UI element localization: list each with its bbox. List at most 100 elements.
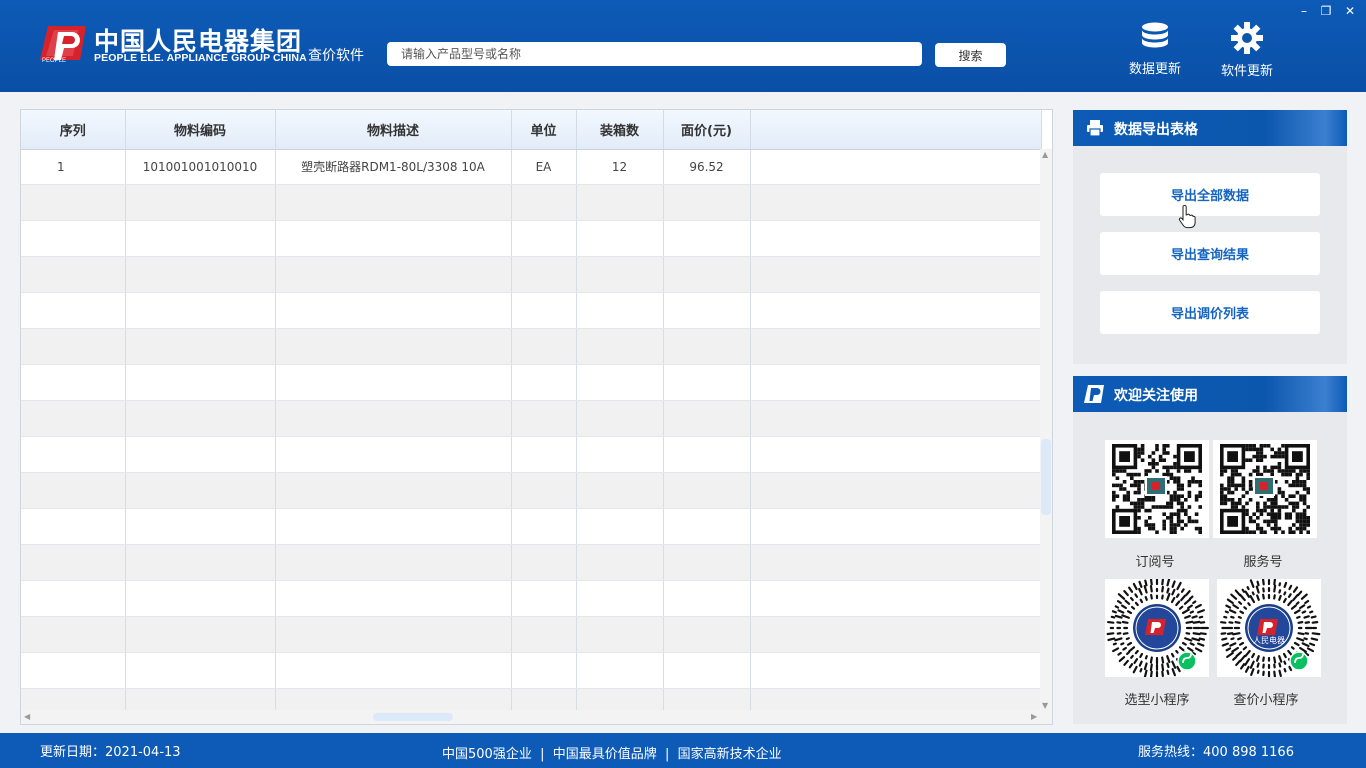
table-row-empty[interactable] [21,616,1042,653]
price-miniprogram-label: 查价小程序 [1233,693,1299,708]
close-icon[interactable]: ✕ [1341,3,1359,19]
cell-empty [511,580,577,617]
table-row-empty[interactable] [21,472,1042,509]
table-row-empty[interactable] [21,436,1042,473]
cell-empty [663,400,751,437]
scroll-up-icon[interactable]: ▲ [1042,150,1048,159]
cell-empty [750,328,1042,365]
footer-slogan: 中国500强企业 | 中国最具价值品牌 | 国家高新技术企业 [442,747,782,762]
cell-empty [125,184,276,221]
cell-empty [275,328,512,365]
scroll-right-icon[interactable]: ▶ [1031,712,1037,721]
col-header-box-qty[interactable]: 装箱数 [576,110,664,150]
price-miniprogram-code: 人民电器 [1217,576,1321,679]
scroll-down-icon[interactable]: ▼ [1042,701,1048,710]
scroll-left-icon[interactable]: ◀ [24,712,30,721]
table-row-empty[interactable] [21,184,1042,221]
col-header-code[interactable]: 物料编码 [125,110,276,150]
export-panel-title: 数据导出表格 [1073,110,1347,146]
col-header-seq[interactable]: 序列 [21,110,126,150]
col-header-price[interactable]: 面价(元) [663,110,751,150]
cell-empty [125,652,276,689]
follow-title-text: 欢迎关注使用 [1114,388,1198,404]
table-row-empty[interactable] [21,544,1042,581]
data-update-label: 数据更新 [1128,62,1181,77]
cell-empty [750,580,1042,617]
cell-empty [576,292,664,329]
cell-empty [21,652,126,689]
cell-empty [275,400,512,437]
cell-empty [21,580,126,617]
col-header-unit[interactable]: 单位 [511,110,577,150]
cell-empty [511,544,577,581]
cell-empty [125,256,276,293]
selection-miniprogram-code [1105,576,1209,679]
minimize-icon[interactable]: – [1295,3,1313,19]
cell-empty [21,472,126,509]
export-all-button[interactable]: 导出全部数据 [1100,173,1320,216]
table-row-empty[interactable] [21,256,1042,293]
col-header-desc[interactable]: 物料描述 [275,110,512,150]
table-row-empty[interactable] [21,220,1042,257]
table-row-empty[interactable] [21,328,1042,365]
software-update-button[interactable]: 软件更新 [1212,22,1282,82]
cell-empty [21,436,126,473]
printer-icon [1087,120,1103,137]
cell-empty [576,472,664,509]
export-title-text: 数据导出表格 [1114,122,1198,138]
cell-empty [275,292,512,329]
cell-empty [125,328,276,365]
cell-empty [750,184,1042,221]
cell-empty [511,616,577,653]
cell-empty [576,616,664,653]
cell-empty [275,544,512,581]
cell-empty [576,256,664,293]
app-name: 查价软件 [308,48,364,64]
table-row-empty[interactable] [21,364,1042,401]
cell-empty [275,220,512,257]
table-row-empty[interactable] [21,400,1042,437]
cell-empty [750,292,1042,329]
cell-desc: 塑壳断路器RDM1-80L/3308 10A [275,149,512,185]
cell-box-qty: 12 [576,149,664,185]
cell-empty [663,292,751,329]
table-row-empty[interactable] [21,580,1042,617]
table-row-empty[interactable] [21,292,1042,329]
cell-empty [663,436,751,473]
subscription-label: 订阅号 [1135,555,1175,570]
search-input[interactable] [387,42,922,66]
table-row-empty[interactable] [21,508,1042,545]
cell-empty [21,328,126,365]
vertical-scroll-thumb[interactable] [1041,439,1051,515]
hand-cursor-icon [1178,205,1196,229]
cell-empty [750,508,1042,545]
horizontal-scroll-thumb[interactable] [373,713,453,721]
cell-empty [275,364,512,401]
restore-icon[interactable]: ❐ [1317,3,1335,19]
export-price-adjust-button[interactable]: 导出调价列表 [1100,291,1320,334]
horizontal-scrollbar[interactable]: ◀ ▶ [21,710,1041,724]
cell-empty [663,184,751,221]
cell-empty [125,400,276,437]
miniprogram-code-icon: 人民电器 [1220,576,1321,679]
data-update-button[interactable]: 数据更新 [1120,22,1190,82]
cell-empty [576,580,664,617]
results-table: 序列 物料编码 物料描述 单位 装箱数 面价(元) 1 101001001010… [21,110,1042,724]
cell-seq: 1 [21,149,126,185]
results-table-panel: 序列 物料编码 物料描述 单位 装箱数 面价(元) 1 101001001010… [20,109,1053,725]
cell-empty [511,220,577,257]
cell-empty [511,184,577,221]
cell-empty [125,508,276,545]
export-query-results-button[interactable]: 导出查询结果 [1100,232,1320,275]
cell-price: 96.52 [663,149,751,185]
table-row[interactable]: 1 101001001010010 塑壳断路器RDM1-80L/3308 10A… [21,149,1042,185]
cell-empty [275,436,512,473]
vertical-scrollbar[interactable]: ▲ ▼ [1040,149,1052,724]
cell-empty [125,616,276,653]
software-update-label: 软件更新 [1220,64,1273,79]
table-row-empty[interactable] [21,652,1042,689]
cell-empty [511,652,577,689]
cell-empty [511,292,577,329]
search-button[interactable]: 搜索 [935,43,1006,67]
export-panel: 数据导出表格 导出全部数据 导出查询结果 导出调价列表 [1073,110,1347,364]
